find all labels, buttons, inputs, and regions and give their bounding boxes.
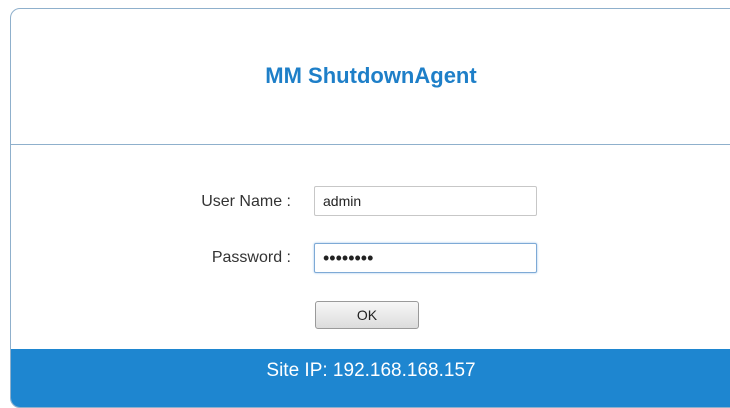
header: MM ShutdownAgent	[11, 9, 730, 145]
username-label: User Name :	[201, 193, 291, 210]
login-panel: MM ShutdownAgent User Name : Password : …	[10, 8, 730, 408]
ok-button[interactable]: OK	[315, 301, 419, 329]
app-title: MM ShutdownAgent	[265, 63, 477, 88]
username-input[interactable]	[314, 186, 537, 216]
password-input[interactable]	[314, 243, 537, 273]
password-label: Password :	[211, 249, 291, 266]
site-ip-text: Site IP: 192.168.168.157	[266, 360, 476, 381]
footer-bar: Site IP: 192.168.168.157	[11, 349, 730, 407]
